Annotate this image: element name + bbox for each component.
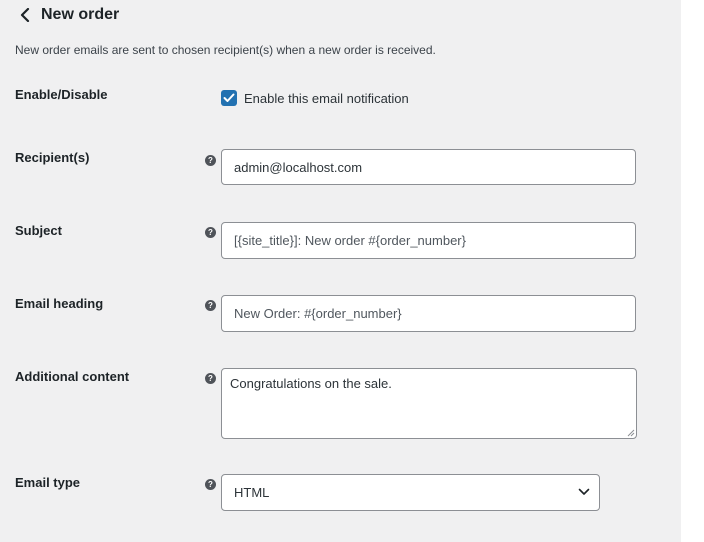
email-heading-input[interactable] [221,295,636,332]
email-type-select[interactable]: HTML [221,474,600,511]
help-icon[interactable]: ? [205,373,216,384]
recipient-label: Recipient(s) [15,150,90,165]
email-heading-label: Email heading [15,296,104,311]
subject-input[interactable] [221,222,636,259]
help-icon[interactable]: ? [205,155,216,166]
additional-content-textarea[interactable]: Congratulations on the sale. [221,368,637,439]
recipient-input[interactable] [221,149,636,185]
subject-label: Subject [15,223,62,238]
settings-panel: New order New order emails are sent to c… [0,0,681,542]
enable-disable-label: Enable/Disable [15,87,108,102]
help-icon[interactable]: ? [205,227,216,238]
help-icon[interactable]: ? [205,300,216,311]
chevron-down-icon [578,488,590,495]
help-icon[interactable]: ? [205,479,216,490]
checkmark-icon [223,93,235,102]
email-type-selected-value: HTML [234,485,270,500]
email-type-label: Email type [15,475,81,490]
page-description: New order emails are sent to chosen reci… [15,43,436,57]
enable-notification-checkbox[interactable] [221,90,237,106]
resize-grip-icon[interactable] [627,429,635,437]
enable-notification-label: Enable this email notification [244,90,409,106]
additional-content-label: Additional content [15,369,130,384]
back-arrow-icon[interactable] [18,6,32,24]
page-header: New order [18,5,119,25]
enable-notification-checkbox-row[interactable]: Enable this email notification [221,90,409,106]
page-title: New order [41,6,120,23]
